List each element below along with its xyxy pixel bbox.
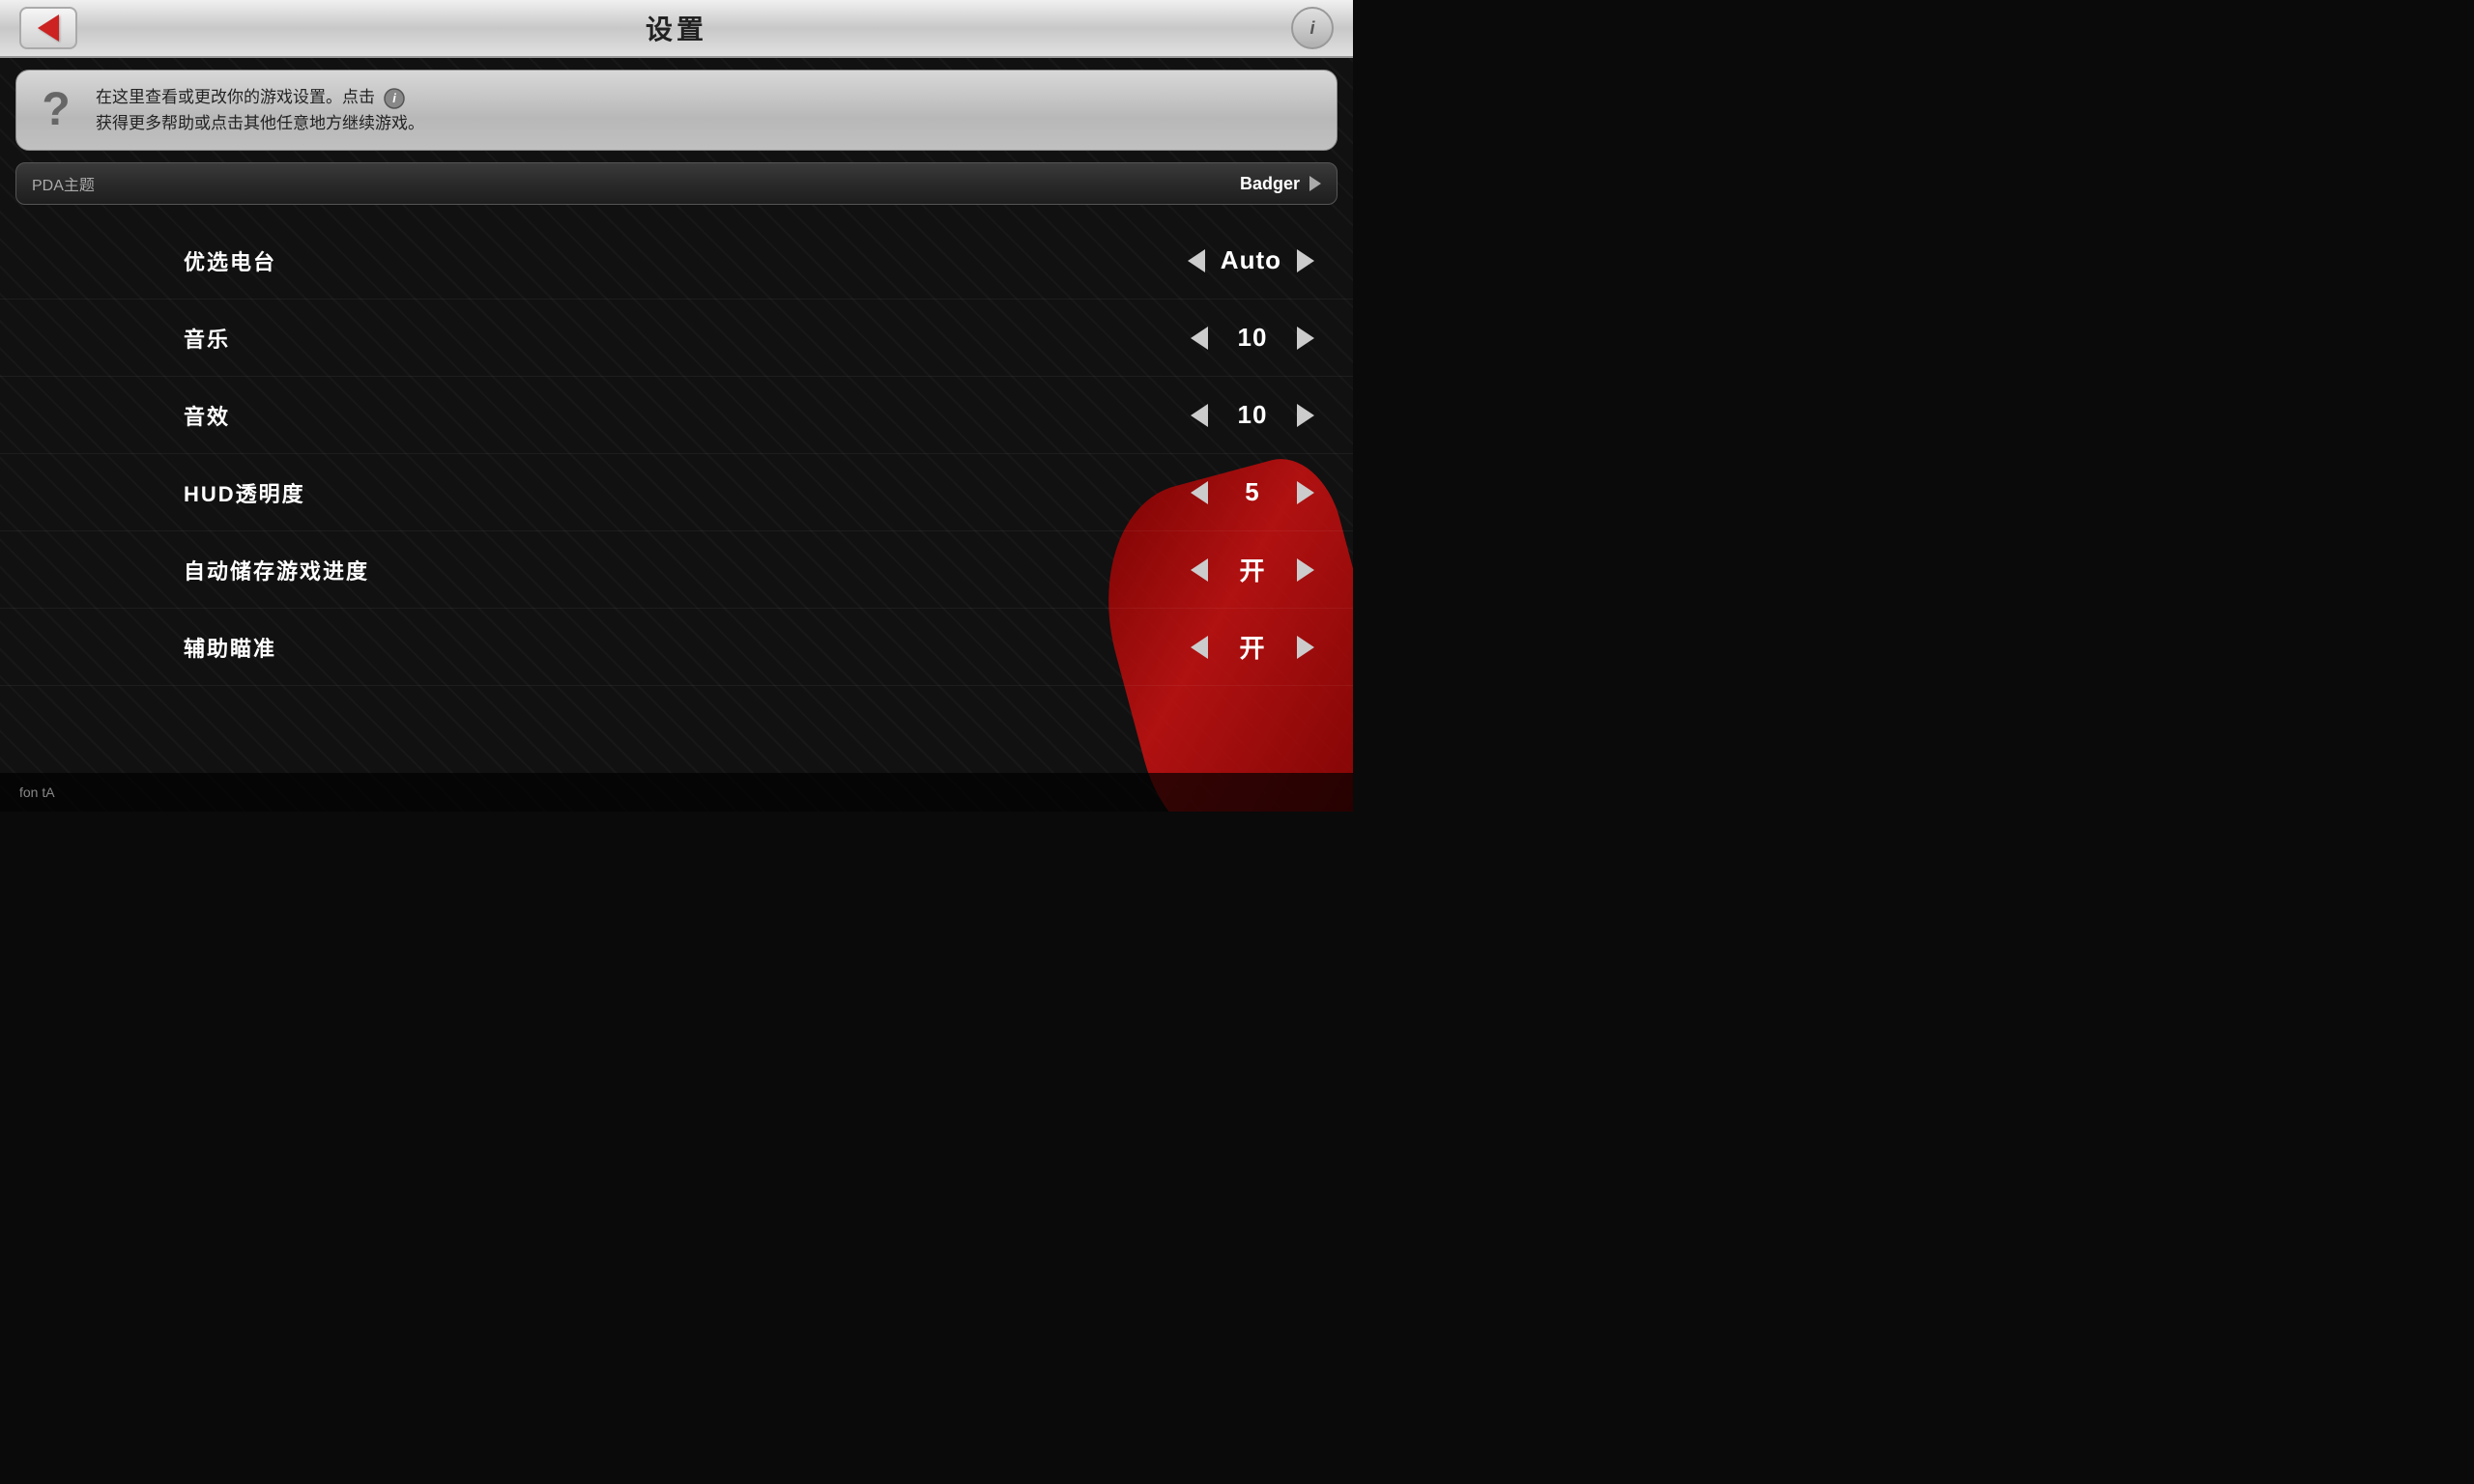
setting-control-hud-transparency: 5 xyxy=(1140,477,1314,507)
setting-arrow-left-hud-transparency[interactable] xyxy=(1191,481,1208,504)
setting-arrow-right-auto-aim[interactable] xyxy=(1297,636,1314,659)
setting-arrow-right-music[interactable] xyxy=(1297,327,1314,350)
setting-value-preferred-radio: Auto xyxy=(1221,245,1281,275)
help-line2: 获得更多帮助或点击其他任意地方继续游戏。 xyxy=(96,114,424,132)
setting-arrow-left-auto-save[interactable] xyxy=(1191,558,1208,582)
setting-value-auto-aim: 开 xyxy=(1223,629,1281,665)
bottom-hint-text: fon tA xyxy=(19,785,55,800)
help-box: ? 在这里查看或更改你的游戏设置。点击 i 获得更多帮助或点击其他任意地方继续游… xyxy=(15,70,1338,151)
setting-value-sound-effects: 10 xyxy=(1223,400,1281,430)
back-button[interactable] xyxy=(19,7,77,49)
help-line1: 在这里查看或更改你的游戏设置。点击 xyxy=(96,88,375,106)
setting-value-music: 10 xyxy=(1223,323,1281,353)
setting-arrow-right-preferred-radio[interactable] xyxy=(1297,249,1314,272)
setting-control-auto-save: 开 xyxy=(1140,552,1314,587)
setting-row-auto-aim: 辅助瞄准 开 xyxy=(0,609,1353,686)
theme-value: Badger xyxy=(1240,174,1300,194)
svg-text:i: i xyxy=(392,91,396,105)
page-title: 设置 xyxy=(646,9,707,47)
setting-arrow-left-preferred-radio[interactable] xyxy=(1188,249,1205,272)
setting-row-hud-transparency: HUD透明度 5 xyxy=(0,454,1353,531)
theme-row[interactable]: PDA主题 Badger xyxy=(15,162,1338,205)
setting-row-preferred-radio: 优选电台 Auto xyxy=(0,222,1353,300)
setting-label-auto-save: 自动储存游戏进度 xyxy=(184,555,369,585)
setting-control-preferred-radio: Auto xyxy=(1140,245,1314,275)
setting-arrow-left-music[interactable] xyxy=(1191,327,1208,350)
setting-row-music: 音乐 10 xyxy=(0,300,1353,377)
setting-row-auto-save: 自动储存游戏进度 开 xyxy=(0,531,1353,609)
info-inline-icon: i xyxy=(384,88,405,109)
setting-label-hud-transparency: HUD透明度 xyxy=(184,477,305,508)
setting-control-auto-aim: 开 xyxy=(1140,629,1314,665)
header-bar: 设置 i xyxy=(0,0,1353,58)
setting-control-sound-effects: 10 xyxy=(1140,400,1314,430)
setting-arrow-left-sound-effects[interactable] xyxy=(1191,404,1208,427)
setting-control-music: 10 xyxy=(1140,323,1314,353)
setting-label-sound-effects: 音效 xyxy=(184,400,230,431)
setting-row-sound-effects: 音效 10 xyxy=(0,377,1353,454)
info-button[interactable]: i xyxy=(1291,7,1334,49)
settings-list: 优选电台Auto音乐10音效10HUD透明度5自动储存游戏进度开辅助瞄准开 xyxy=(0,213,1353,696)
help-text: 在这里查看或更改你的游戏设置。点击 i 获得更多帮助或点击其他任意地方继续游戏。 xyxy=(96,84,1321,136)
setting-arrow-right-sound-effects[interactable] xyxy=(1297,404,1314,427)
setting-arrow-right-hud-transparency[interactable] xyxy=(1297,481,1314,504)
setting-label-preferred-radio: 优选电台 xyxy=(184,245,276,276)
setting-label-music: 音乐 xyxy=(184,323,230,354)
theme-label: PDA主题 xyxy=(32,172,1240,195)
setting-arrow-right-auto-save[interactable] xyxy=(1297,558,1314,582)
back-arrow-icon xyxy=(38,14,59,42)
theme-arrow-right-icon xyxy=(1309,176,1321,191)
setting-arrow-left-auto-aim[interactable] xyxy=(1191,636,1208,659)
bottom-bar: fon tA xyxy=(0,773,1353,812)
info-icon: i xyxy=(1309,18,1314,39)
setting-value-hud-transparency: 5 xyxy=(1223,477,1281,507)
question-mark-icon: ? xyxy=(32,87,80,133)
setting-label-auto-aim: 辅助瞄准 xyxy=(184,632,276,663)
setting-value-auto-save: 开 xyxy=(1223,552,1281,587)
